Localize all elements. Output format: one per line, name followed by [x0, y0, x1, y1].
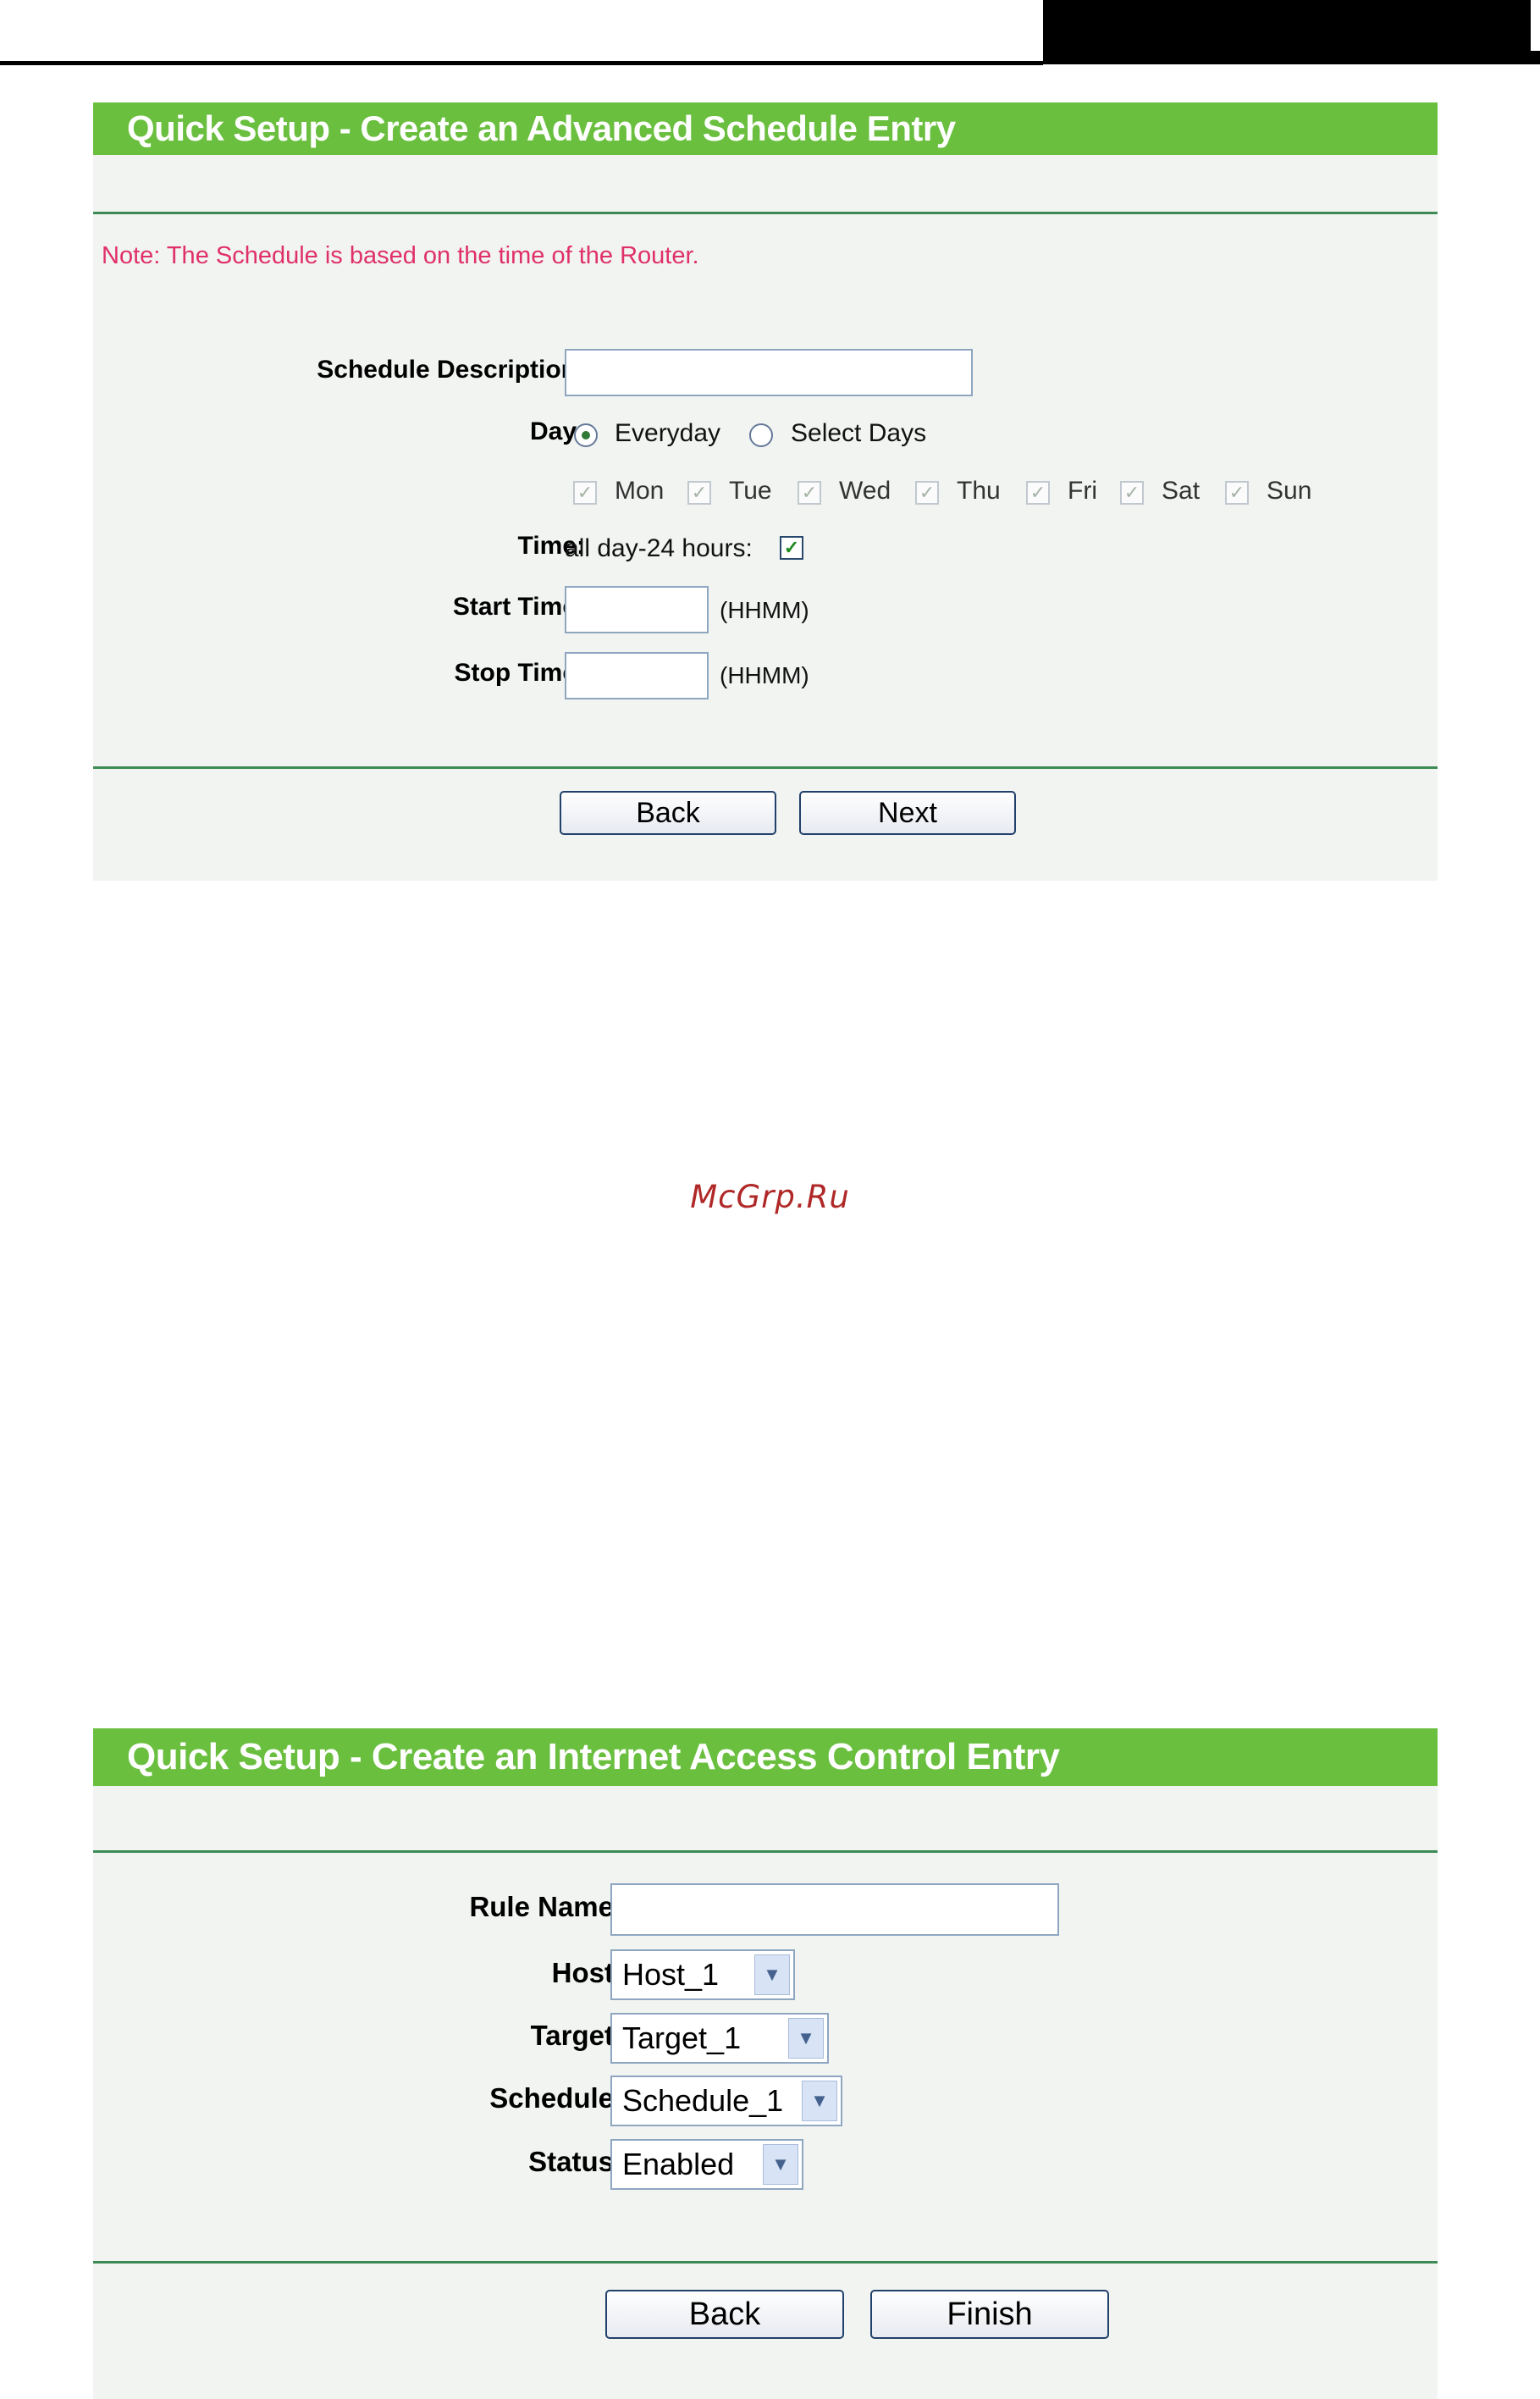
header-rule — [0, 61, 1043, 65]
select-days-radio[interactable] — [749, 423, 773, 447]
status-select-value: Enabled — [622, 2147, 735, 2181]
host-select-value: Host_1 — [622, 1957, 720, 1992]
schedule-note: Note: The Schedule is based on the time … — [102, 242, 699, 269]
weekday-thu-checkbox[interactable]: ✓ — [915, 481, 939, 505]
schedule-description-label: Schedule Description: — [317, 356, 585, 384]
access-title-bar: Quick Setup - Create an Internet Access … — [93, 1728, 1438, 1786]
weekday-wed-label: Wed — [839, 477, 891, 505]
weekday-mon-label: Mon — [615, 477, 665, 505]
status-label: Status: — [528, 2146, 623, 2177]
weekday-fri-checkbox[interactable]: ✓ — [1026, 481, 1050, 505]
all-day-checkbox[interactable]: ✓ — [780, 536, 803, 560]
rule-name-label: Rule Name: — [469, 1891, 623, 1922]
everyday-radio-label: Everyday — [615, 419, 721, 447]
watermark: McGrp.Ru — [690, 1179, 850, 1215]
schedule-title-bar: Quick Setup - Create an Advanced Schedul… — [93, 102, 1438, 155]
select-days-radio-label: Select Days — [791, 419, 927, 447]
schedule-select-value: Schedule_1 — [622, 2083, 784, 2118]
chevron-down-icon[interactable]: ▼ — [763, 2144, 798, 2185]
weekday-mon-checkbox[interactable]: ✓ — [573, 481, 597, 505]
schedule-next-button[interactable]: Next — [799, 791, 1016, 835]
weekday-sun-label: Sun — [1267, 477, 1312, 505]
weekday-thu-label: Thu — [957, 477, 1001, 505]
status-select[interactable]: Enabled ▼ — [610, 2139, 803, 2190]
start-time-unit: (HHMM) — [720, 597, 809, 623]
weekday-sun-checkbox[interactable]: ✓ — [1225, 481, 1249, 505]
all-day-label: all day-24 hours: — [565, 534, 753, 562]
weekday-sat-checkbox[interactable]: ✓ — [1120, 481, 1144, 505]
access-top-separator — [93, 1850, 1438, 1853]
schedule-top-separator — [93, 212, 1438, 214]
chevron-down-icon[interactable]: ▼ — [754, 1954, 790, 1995]
schedule-panel-title: Quick Setup - Create an Advanced Schedul… — [127, 108, 956, 148]
schedule-description-input[interactable] — [565, 349, 973, 396]
access-bottom-separator — [93, 2261, 1438, 2264]
weekday-sat-label: Sat — [1162, 477, 1201, 505]
header-notch — [1531, 0, 1540, 51]
stop-time-input[interactable] — [565, 652, 709, 699]
rule-name-input[interactable] — [610, 1883, 1059, 1936]
header-block — [1043, 0, 1540, 64]
weekday-wed-checkbox[interactable]: ✓ — [798, 481, 821, 505]
schedule-back-button[interactable]: Back — [560, 791, 776, 835]
chevron-down-icon[interactable]: ▼ — [802, 2081, 837, 2121]
target-select-value: Target_1 — [622, 2020, 742, 2055]
access-panel-title: Quick Setup - Create an Internet Access … — [127, 1736, 1060, 1777]
everyday-radio[interactable] — [574, 423, 598, 447]
host-select[interactable]: Host_1 ▼ — [610, 1949, 795, 2000]
start-time-input[interactable] — [565, 586, 709, 633]
target-select[interactable]: Target_1 ▼ — [610, 2013, 829, 2064]
weekday-tue-checkbox[interactable]: ✓ — [687, 481, 711, 505]
chevron-down-icon[interactable]: ▼ — [788, 2018, 824, 2059]
schedule-label: Schedule: — [489, 2082, 623, 2114]
access-back-button[interactable]: Back — [605, 2290, 844, 2339]
weekday-tue-label: Tue — [729, 477, 772, 505]
weekday-fri-label: Fri — [1068, 477, 1097, 505]
schedule-bottom-separator — [93, 766, 1438, 769]
access-finish-button[interactable]: Finish — [870, 2290, 1109, 2339]
stop-time-unit: (HHMM) — [720, 662, 809, 688]
access-control-panel: Quick Setup - Create an Internet Access … — [93, 1728, 1438, 2399]
schedule-panel: Quick Setup - Create an Advanced Schedul… — [93, 102, 1438, 881]
everyday-radio-dot — [582, 431, 590, 439]
schedule-select[interactable]: Schedule_1 ▼ — [610, 2076, 842, 2126]
target-label: Target: — [530, 2020, 623, 2051]
